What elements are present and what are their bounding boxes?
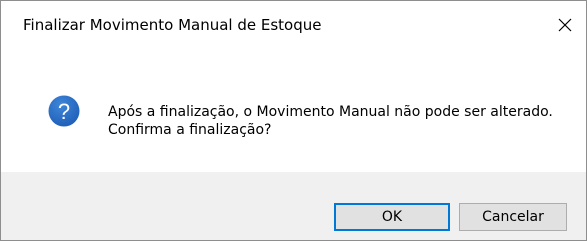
confirm-dialog: Finalizar Movimento Manual de Estoque ? … <box>0 0 587 241</box>
cancel-button[interactable]: Cancelar <box>459 203 567 231</box>
close-icon <box>558 18 572 32</box>
dialog-footer: OK Cancelar <box>1 172 586 240</box>
title-bar: Finalizar Movimento Manual de Estoque <box>1 1 586 49</box>
dialog-content: ? Após a finalização, o Movimento Manual… <box>1 49 586 172</box>
dialog-message: Após a finalização, o Movimento Manual n… <box>108 104 553 138</box>
question-icon: ? <box>48 95 80 127</box>
dialog-title: Finalizar Movimento Manual de Estoque <box>23 16 322 34</box>
svg-text:?: ? <box>58 99 70 124</box>
ok-button[interactable]: OK <box>334 203 450 231</box>
close-button[interactable] <box>544 1 586 49</box>
